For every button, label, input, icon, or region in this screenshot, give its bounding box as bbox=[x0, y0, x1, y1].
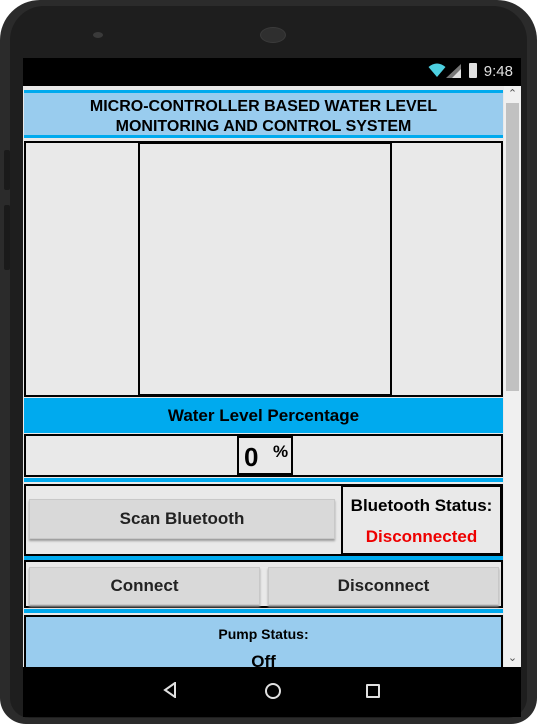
app-title: MICRO-CONTROLLER BASED WATER LEVEL MONIT… bbox=[24, 90, 503, 138]
pump-status-value: Off bbox=[251, 652, 276, 667]
app-title-line1: MICRO-CONTROLLER BASED WATER LEVEL bbox=[89, 98, 438, 115]
vertical-scrollbar[interactable]: ⌃ ⌄ bbox=[504, 86, 521, 667]
water-level-value: 0 bbox=[244, 442, 259, 472]
divider bbox=[24, 609, 503, 613]
status-bar: 9:48 bbox=[23, 58, 521, 86]
scroll-up-icon[interactable]: ⌃ bbox=[504, 86, 521, 103]
tank-image-row bbox=[24, 141, 503, 397]
volume-button bbox=[4, 150, 10, 190]
pump-status-panel: Pump Status: Off bbox=[24, 615, 503, 667]
status-time: 9:48 bbox=[483, 63, 513, 80]
scroll-thumb[interactable] bbox=[506, 103, 519, 391]
speaker-grille bbox=[260, 27, 286, 43]
pump-status-label: Pump Status: bbox=[218, 626, 309, 642]
bluetooth-status-value: Disconnected bbox=[365, 527, 478, 546]
water-level-display: 0 % bbox=[237, 436, 293, 475]
bluetooth-status-panel: Bluetooth Status: Disconnected bbox=[341, 485, 502, 555]
navigation-bar bbox=[23, 667, 521, 717]
power-button bbox=[4, 205, 10, 270]
disconnect-button[interactable]: Disconnect bbox=[268, 567, 499, 605]
bluetooth-status-label: Bluetooth Status: bbox=[350, 496, 493, 515]
wifi-icon bbox=[428, 62, 446, 83]
water-level-header: Water Level Percentage bbox=[24, 398, 503, 433]
nav-back-icon[interactable] bbox=[163, 681, 177, 703]
cell-signal-icon bbox=[446, 64, 462, 83]
battery-icon bbox=[469, 63, 477, 78]
app-title-line2: MONITORING AND CONTROL SYSTEM bbox=[115, 118, 412, 135]
scan-bluetooth-button[interactable]: Scan Bluetooth bbox=[29, 499, 335, 539]
tank-image bbox=[138, 142, 392, 396]
divider bbox=[24, 478, 503, 482]
water-level-row: 0 % bbox=[24, 434, 503, 477]
connection-row: Connect Disconnect bbox=[24, 560, 503, 608]
nav-home-icon[interactable] bbox=[265, 683, 281, 699]
connect-button[interactable]: Connect bbox=[29, 567, 260, 605]
water-level-unit: % bbox=[273, 442, 289, 461]
bluetooth-row: Scan Bluetooth Bluetooth Status: Disconn… bbox=[24, 484, 503, 556]
app-screen: MICRO-CONTROLLER BASED WATER LEVEL MONIT… bbox=[23, 86, 521, 667]
nav-recent-icon[interactable] bbox=[366, 684, 380, 698]
scroll-down-icon[interactable]: ⌄ bbox=[504, 650, 521, 667]
front-camera bbox=[93, 32, 103, 38]
